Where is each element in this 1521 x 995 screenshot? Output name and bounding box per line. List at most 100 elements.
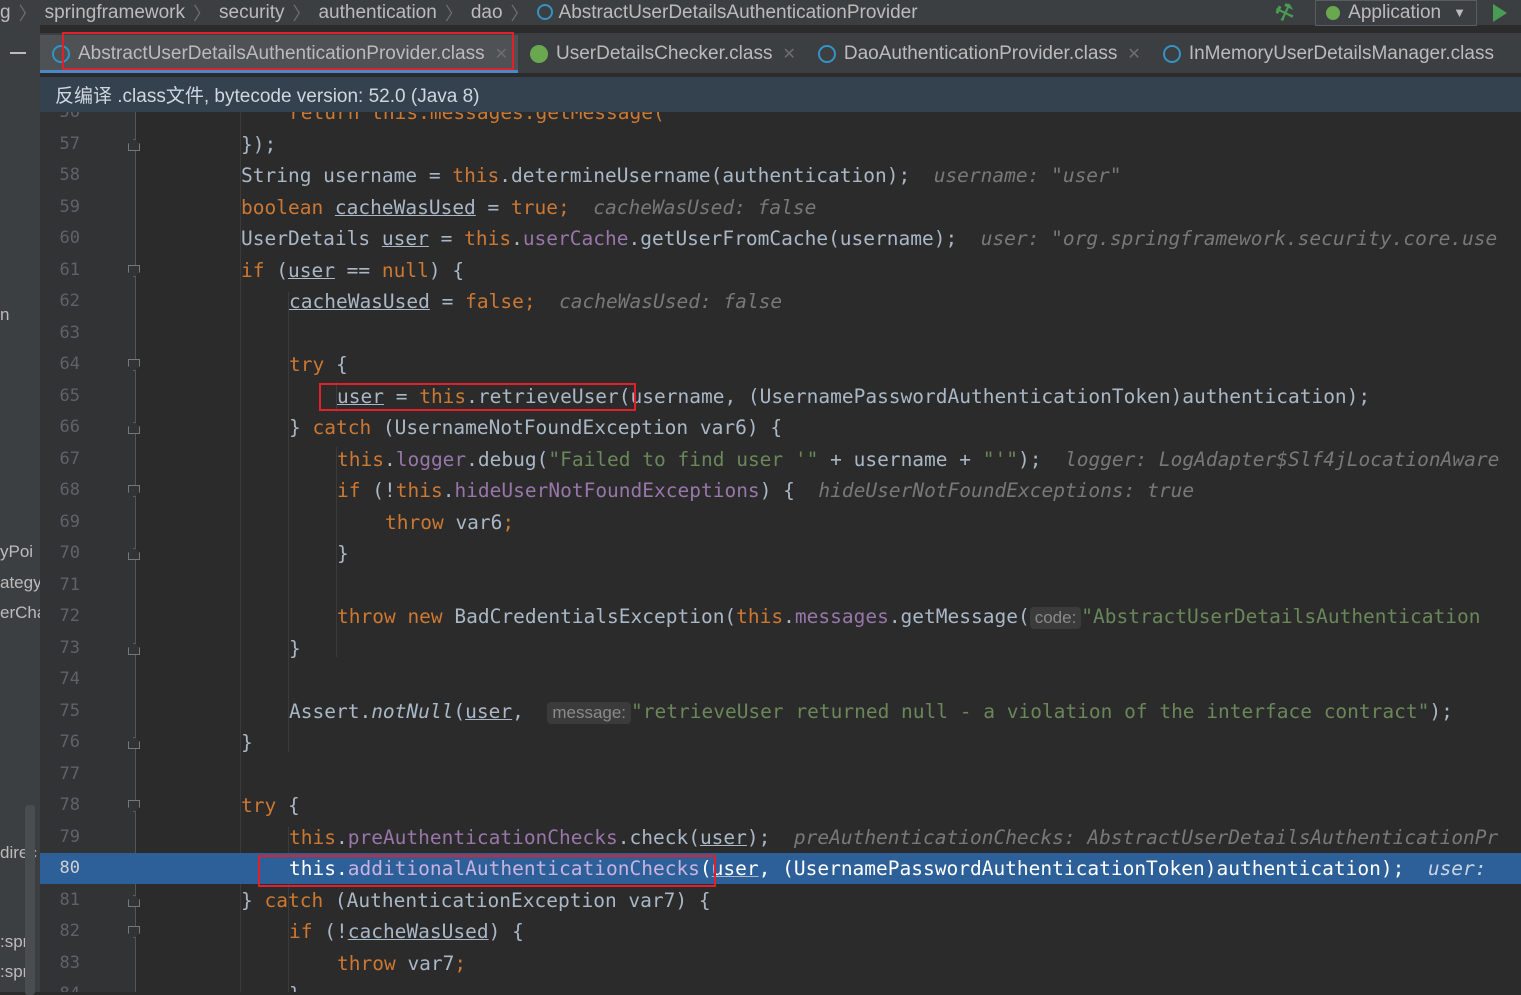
code-editor[interactable]: 56 return this.messages.getMessage( 57 }…	[40, 112, 1521, 992]
line-number: 62	[59, 291, 80, 311]
code-text: Assert.notNull(user, message: "retrieveUs…	[289, 700, 1453, 724]
code-line: 70 }	[40, 538, 1521, 569]
project-tree-fragment[interactable]: ategy	[0, 573, 40, 593]
line-number: 72	[59, 606, 80, 626]
line-number: 66	[59, 417, 80, 437]
chevron-right-icon: 〉	[510, 3, 529, 24]
fold-start-icon[interactable]	[128, 359, 140, 371]
breadcrumb-item-current[interactable]: AbstractUserDetailsAuthenticationProvide…	[559, 2, 918, 24]
current-execution-line: 80 this.additionalAuthenticationChecks(u…	[40, 853, 1521, 884]
line-number: 69	[59, 512, 80, 532]
run-configuration-selector[interactable]: Application ▼	[1315, 0, 1477, 26]
code-line: 75 Assert.notNull(user, message: "retriev…	[40, 696, 1521, 727]
breadcrumb: g 〉 springframework 〉 security 〉 authentica…	[0, 0, 1521, 28]
code-line: 60 UserDetails user = this.userCache.get…	[40, 223, 1521, 254]
line-number: 58	[59, 165, 80, 185]
fold-end-icon[interactable]	[128, 422, 140, 434]
fold-start-icon[interactable]	[128, 926, 140, 938]
fold-end-icon[interactable]	[128, 548, 140, 560]
code-text: if (user == null) {	[241, 259, 465, 282]
line-number: 70	[59, 543, 80, 563]
class-icon	[52, 45, 70, 63]
breadcrumb-item[interactable]: authentication	[318, 2, 436, 24]
class-icon	[536, 3, 553, 20]
code-line: 72 throw new BadCredentialsException(thi…	[40, 601, 1521, 632]
line-number: 82	[59, 921, 80, 941]
code-text: cacheWasUsed = false; cacheWasUsed: fals…	[289, 290, 783, 313]
tab-in-memory-user-details-manager[interactable]: InMemoryUserDetailsManager.class	[1151, 35, 1504, 73]
breadcrumb-item[interactable]: springframework	[45, 2, 185, 24]
chevron-right-icon: 〉	[292, 3, 311, 24]
collapse-minus-icon[interactable]	[10, 52, 26, 54]
build-hammer-icon[interactable]: ⚒	[1272, 0, 1299, 28]
tab-label: DaoAuthenticationProvider.class	[843, 43, 1118, 64]
code-text: }	[289, 637, 301, 660]
fold-end-icon[interactable]	[128, 139, 140, 151]
fold-end-icon[interactable]	[128, 643, 140, 655]
breadcrumb-item[interactable]: security	[219, 2, 284, 24]
code-text: this.logger.debug("Failed to find user '…	[337, 448, 1500, 471]
code-text: try {	[289, 353, 348, 376]
breadcrumb-item[interactable]: dao	[471, 2, 503, 24]
code-line: 82 if (!cacheWasUsed) {	[40, 916, 1521, 947]
inline-debug-value: cacheWasUsed: false	[559, 290, 783, 313]
line-number: 68	[59, 480, 80, 500]
close-icon[interactable]: ✕	[782, 44, 795, 64]
line-number: 64	[59, 354, 80, 374]
code-line: 71	[40, 570, 1521, 601]
fold-start-icon[interactable]	[128, 265, 140, 277]
fold-start-icon[interactable]	[128, 800, 140, 812]
parameter-hint: code:	[1029, 607, 1082, 629]
class-icon	[1162, 45, 1181, 63]
code-line: 78 try {	[40, 790, 1521, 821]
line-number: 73	[59, 638, 80, 658]
editor-tabs: AbstractUserDetailsAuthenticationProvide…	[40, 33, 1521, 73]
project-tree-fragment[interactable]: erCha	[0, 603, 40, 623]
tab-label: InMemoryUserDetailsManager.class	[1188, 43, 1494, 64]
code-line: 59 boolean cacheWasUsed = true; cacheWas…	[40, 192, 1521, 223]
inline-debug-value: cacheWasUsed: false	[593, 196, 817, 219]
code-line: 62 cacheWasUsed = false; cacheWasUsed: f…	[40, 286, 1521, 317]
breadcrumb-item[interactable]: g	[0, 2, 11, 24]
code-line: 66 } catch (UsernameNotFoundException va…	[40, 412, 1521, 443]
code-text: this.preAuthenticationChecks.check(user)…	[289, 826, 1499, 849]
code-line: 68 if (!this.hideUserNotFoundExceptions)…	[40, 475, 1521, 506]
line-number: 65	[59, 386, 80, 406]
fold-end-icon[interactable]	[128, 895, 140, 907]
inline-debug-value: user: "org.springframework.security.core…	[980, 227, 1498, 250]
tab-abstract-user-details-authentication-provider[interactable]: AbstractUserDetailsAuthenticationProvide…	[40, 35, 518, 73]
inline-debug-value: username: "user"	[933, 164, 1122, 187]
inline-debug-value: hideUserNotFoundExceptions: true	[818, 479, 1195, 502]
inline-debug-value: logger: LogAdapter$Slf4jLocationAware	[1064, 448, 1500, 471]
code-line: 56 return this.messages.getMessage(	[40, 112, 1521, 128]
code-line: 64 try {	[40, 349, 1521, 380]
close-icon[interactable]: ✕	[495, 44, 508, 64]
code-text: try {	[241, 794, 300, 817]
code-line: 74	[40, 664, 1521, 695]
project-scrollbar[interactable]	[25, 805, 35, 995]
project-panel-strip: n yPoi ategy erCha direc :spri :spri	[0, 25, 40, 995]
project-tree-fragment[interactable]: n	[0, 305, 40, 325]
code-text: throw new BadCredentialsException(this.m…	[337, 605, 1481, 629]
project-tree-fragment[interactable]: yPoi	[0, 542, 40, 562]
fold-end-icon[interactable]	[128, 737, 140, 749]
code-text: throw var6;	[385, 511, 515, 534]
code-text: if (!cacheWasUsed) {	[289, 920, 524, 943]
code-line: 57 });	[40, 129, 1521, 160]
tab-dao-authentication-provider[interactable]: DaoAuthenticationProvider.class ✕	[806, 35, 1151, 73]
run-play-icon[interactable]	[1493, 3, 1507, 22]
fold-start-icon[interactable]	[128, 485, 140, 497]
line-number: 77	[59, 764, 80, 784]
line-number: 81	[59, 890, 80, 910]
code-line: 69 throw var6;	[40, 507, 1521, 538]
line-number: 59	[59, 197, 80, 217]
code-line: 61 if (user == null) {	[40, 255, 1521, 286]
line-number: 80	[59, 858, 80, 878]
code-text: boolean cacheWasUsed = true; cacheWasUse…	[241, 196, 817, 219]
code-line: 77	[40, 759, 1521, 790]
code-line: 65 user = this.retrieveUser(username, (U…	[40, 381, 1521, 412]
code-line: 63	[40, 318, 1521, 349]
code-text: return this.messages.getMessage(	[289, 112, 665, 124]
close-icon[interactable]: ✕	[1127, 44, 1140, 64]
tab-user-details-checker[interactable]: UserDetailsChecker.class ✕	[518, 35, 806, 73]
